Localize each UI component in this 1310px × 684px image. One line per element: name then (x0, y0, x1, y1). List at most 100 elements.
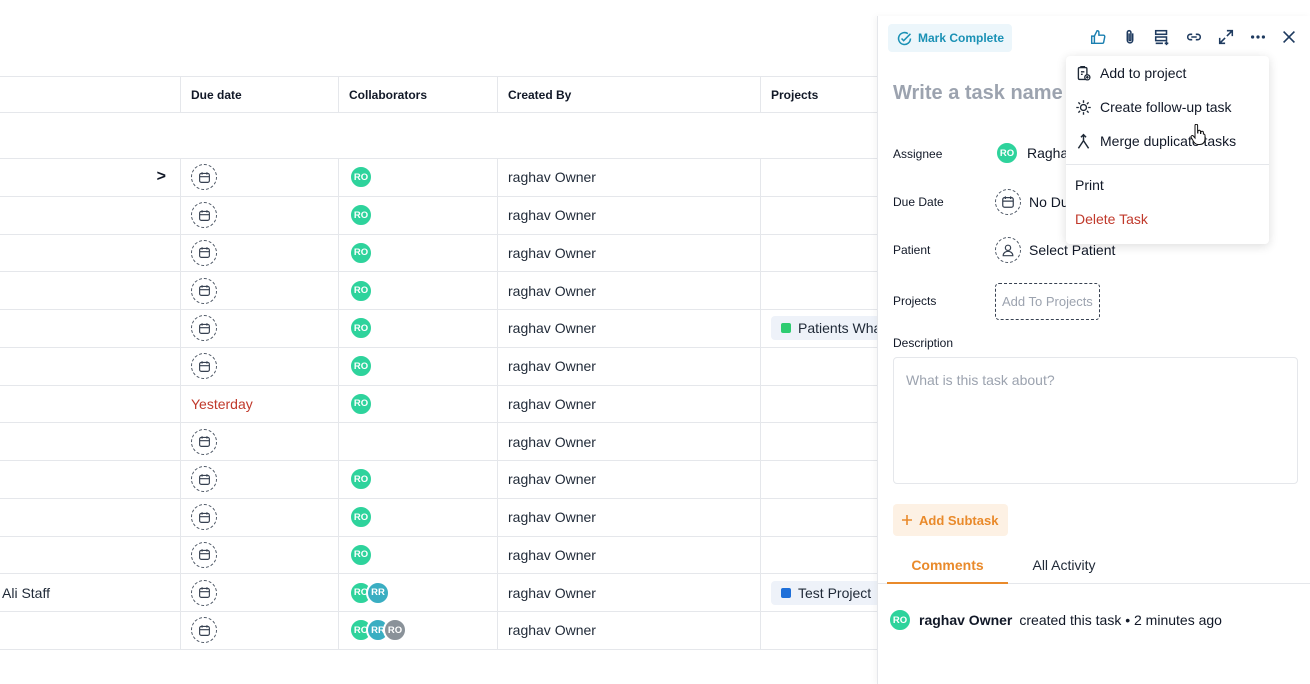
calendar-icon[interactable] (191, 504, 217, 531)
project-chip[interactable]: Patients Wha (771, 316, 880, 341)
calendar-icon[interactable] (191, 541, 217, 568)
task-name-cell[interactable] (0, 423, 180, 460)
due-date-cell[interactable] (180, 234, 338, 272)
subtasks-button[interactable] (1151, 26, 1173, 48)
table-row[interactable]: > RO raghav Owner (0, 159, 880, 197)
menu-item-create-follow-up[interactable]: Create follow-up task (1066, 93, 1269, 121)
projects-cell[interactable] (760, 159, 880, 196)
task-name-cell[interactable]: > (0, 159, 180, 196)
header-created-by[interactable]: Created By (497, 77, 760, 113)
due-date-field[interactable]: No Du (995, 189, 1069, 215)
calendar-icon[interactable] (191, 202, 217, 229)
add-to-projects-button[interactable]: Add To Projects (995, 283, 1100, 320)
due-date-cell[interactable] (180, 272, 338, 309)
due-date-cell[interactable]: Yesterday (180, 385, 338, 423)
collaborators-cell[interactable] (338, 423, 497, 460)
projects-cell[interactable] (760, 612, 880, 649)
collaborators-cell[interactable]: RO (338, 461, 497, 498)
task-name-cell[interactable] (0, 197, 180, 234)
collaborators-cell[interactable]: RO (338, 272, 497, 309)
calendar-icon[interactable] (191, 277, 217, 304)
chevron-right-icon[interactable]: > (157, 168, 166, 186)
calendar-icon[interactable] (191, 466, 217, 493)
assignee-field[interactable]: RO Ragha (995, 141, 1068, 165)
collaborators-cell[interactable]: RO (338, 385, 497, 423)
calendar-icon[interactable] (191, 428, 217, 455)
projects-cell[interactable] (760, 385, 880, 423)
add-subtask-button[interactable]: Add Subtask (893, 504, 1009, 536)
projects-cell[interactable] (760, 196, 880, 234)
description-textarea[interactable]: What is this task about? (893, 357, 1298, 484)
projects-cell[interactable] (760, 234, 880, 272)
table-row[interactable]: RO raghav Owner (0, 461, 880, 499)
due-date-cell[interactable] (180, 423, 338, 460)
table-row[interactable]: RO RR RO raghav Owner (0, 612, 880, 650)
due-date-cell[interactable] (180, 536, 338, 574)
menu-item-add-to-project[interactable]: Add to project (1066, 59, 1269, 87)
projects-cell[interactable] (760, 536, 880, 574)
menu-item-delete-task[interactable]: Delete Task (1066, 205, 1269, 233)
close-button[interactable] (1278, 26, 1300, 48)
due-date-cell[interactable] (180, 159, 338, 196)
task-name-cell[interactable] (0, 348, 180, 385)
calendar-icon[interactable] (191, 353, 217, 380)
collaborators-cell[interactable]: RO (338, 234, 497, 272)
due-date-cell[interactable] (180, 310, 338, 347)
task-name-cell[interactable] (0, 235, 180, 272)
projects-cell[interactable] (760, 347, 880, 385)
expand-button[interactable] (1215, 26, 1237, 48)
task-name-cell[interactable] (0, 537, 180, 574)
calendar-icon[interactable] (191, 579, 217, 606)
collaborators-cell[interactable]: RO (338, 310, 497, 347)
collaborators-cell[interactable]: RO (338, 196, 497, 234)
task-name-cell[interactable] (0, 461, 180, 498)
task-name-cell[interactable] (0, 499, 180, 536)
table-row[interactable]: RO raghav Owner (0, 272, 880, 310)
header-due-date[interactable]: Due date (180, 77, 338, 113)
collaborators-cell[interactable]: RO (338, 347, 497, 385)
task-name-cell[interactable] (0, 310, 180, 347)
tab-all-activity[interactable]: All Activity (1018, 552, 1110, 584)
calendar-icon[interactable] (191, 164, 217, 191)
projects-cell[interactable] (760, 461, 880, 498)
task-name-cell[interactable] (0, 272, 180, 309)
copy-link-button[interactable] (1183, 26, 1205, 48)
table-row[interactable]: RO raghav Owner (0, 347, 880, 386)
like-button[interactable] (1087, 26, 1109, 48)
due-date-cell[interactable] (180, 196, 338, 234)
table-row[interactable]: RO raghav Owner (0, 196, 880, 235)
projects-cell[interactable]: Test Project (760, 574, 880, 611)
collaborators-cell[interactable]: RO RR (338, 574, 497, 611)
tab-comments[interactable]: Comments (887, 552, 1008, 584)
table-row[interactable]: RO raghav Owner (0, 498, 880, 537)
more-button[interactable] (1247, 26, 1269, 48)
task-name-cell[interactable]: Ali Staff (0, 574, 180, 611)
projects-cell[interactable] (760, 498, 880, 536)
project-chip[interactable]: Test Project (771, 580, 880, 605)
collaborators-cell[interactable]: RO RR RO (338, 612, 497, 649)
table-row[interactable]: RO raghav Owner Patients Wha (0, 310, 880, 348)
task-name-cell[interactable] (0, 386, 180, 423)
collaborators-cell[interactable]: RO (338, 536, 497, 574)
task-name-cell[interactable] (0, 612, 180, 649)
due-date-cell[interactable] (180, 498, 338, 536)
table-row[interactable]: RO raghav Owner (0, 234, 880, 273)
projects-cell[interactable] (760, 272, 880, 309)
projects-cell[interactable]: Patients Wha (760, 310, 880, 347)
task-name-input[interactable]: Write a task name (893, 82, 1063, 105)
calendar-icon[interactable] (191, 617, 217, 644)
due-date-cell[interactable] (180, 612, 338, 649)
collaborators-cell[interactable]: RO (338, 498, 497, 536)
menu-item-merge-duplicates[interactable]: Merge duplicate tasks (1066, 127, 1269, 155)
projects-cell[interactable] (760, 423, 880, 460)
collaborators-cell[interactable]: RO (338, 159, 497, 196)
table-row[interactable]: Yesterday RO raghav Owner (0, 385, 880, 424)
due-date-cell[interactable] (180, 347, 338, 385)
activity-user[interactable]: raghav Owner (919, 612, 1012, 628)
table-row[interactable]: RO raghav Owner (0, 536, 880, 575)
due-date-cell[interactable] (180, 574, 338, 611)
due-date-cell[interactable] (180, 461, 338, 498)
attach-button[interactable] (1119, 26, 1141, 48)
header-projects[interactable]: Projects (760, 77, 880, 113)
calendar-icon[interactable] (191, 239, 217, 266)
